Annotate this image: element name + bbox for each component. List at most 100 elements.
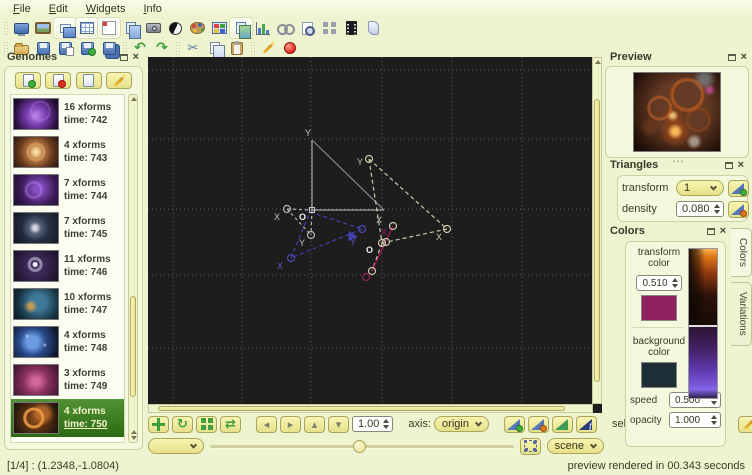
close-panel-icon[interactable]: × bbox=[720, 227, 726, 235]
genome-list-item[interactable]: 4 xformstime: 750 bbox=[11, 399, 124, 437]
camera-button[interactable] bbox=[142, 18, 164, 38]
float-panel-icon[interactable] bbox=[707, 228, 715, 235]
toolbar-handle[interactable] bbox=[250, 41, 255, 55]
film-button[interactable] bbox=[340, 18, 362, 38]
add-triangle-button[interactable] bbox=[504, 416, 525, 433]
stepper-icon[interactable] bbox=[383, 419, 389, 429]
genome-add-button[interactable] bbox=[15, 72, 41, 89]
slider-handle[interactable] bbox=[353, 440, 366, 453]
wand-button[interactable] bbox=[257, 40, 279, 57]
record-button[interactable] bbox=[279, 40, 301, 57]
layers-button[interactable] bbox=[230, 18, 252, 38]
nudge-right-button[interactable] bbox=[280, 416, 301, 433]
density-apply-button[interactable] bbox=[728, 201, 749, 218]
find-button[interactable] bbox=[296, 18, 318, 38]
close-panel-icon[interactable]: × bbox=[741, 53, 747, 61]
preset-combobox[interactable] bbox=[148, 438, 204, 454]
link-button[interactable] bbox=[274, 18, 296, 38]
bar-chart-button[interactable] bbox=[252, 18, 274, 38]
menu-item-file[interactable]: File bbox=[5, 3, 39, 15]
scrollbar-thumb[interactable] bbox=[594, 99, 600, 382]
genome-list-item[interactable]: 4 xformstime: 748 bbox=[11, 323, 124, 361]
duplicate-button[interactable] bbox=[120, 18, 142, 38]
genome-delete-button[interactable] bbox=[45, 72, 71, 89]
stepper-icon[interactable] bbox=[672, 278, 678, 288]
scene-combobox[interactable]: scene bbox=[547, 438, 604, 454]
menu-item-info[interactable]: Info bbox=[135, 3, 169, 15]
genome-edit-button[interactable] bbox=[106, 72, 132, 89]
scroll-up-icon[interactable] bbox=[595, 60, 601, 64]
axis-combobox[interactable]: origin bbox=[434, 416, 489, 432]
side-tab-bar: Colors Variations bbox=[731, 228, 752, 346]
genome-list-scrollbar[interactable] bbox=[128, 94, 138, 443]
paste-button[interactable] bbox=[226, 40, 248, 57]
gradient-marker[interactable] bbox=[689, 325, 717, 327]
triangles-frame: transform 1 density 0.080 bbox=[617, 175, 748, 222]
transform-color-spinbox[interactable]: 0.510 bbox=[636, 275, 681, 291]
transform-color-swatch[interactable] bbox=[641, 295, 677, 321]
color-grid-button[interactable] bbox=[98, 18, 120, 38]
density-spinbox[interactable]: 0.080 bbox=[676, 201, 724, 217]
transform-combobox[interactable]: 1 bbox=[676, 180, 724, 196]
copy-button[interactable] bbox=[204, 40, 226, 57]
xform-editor-canvas[interactable]: YXOXYYXOXYX bbox=[148, 57, 593, 404]
redo-button[interactable] bbox=[151, 40, 173, 57]
svg-text:X: X bbox=[376, 215, 382, 225]
opacity-spinbox[interactable]: 1.000 bbox=[669, 412, 721, 428]
background-color-swatch[interactable] bbox=[641, 362, 677, 388]
rotate-button[interactable] bbox=[172, 416, 193, 433]
menu-item-widgets[interactable]: Widgets bbox=[78, 3, 134, 15]
genome-list-item[interactable]: 10 xformstime: 747 bbox=[11, 285, 124, 323]
nudge-left-button[interactable] bbox=[256, 416, 277, 433]
float-panel-icon[interactable] bbox=[120, 54, 128, 61]
color-table-button[interactable] bbox=[208, 18, 230, 38]
side-tab-colors[interactable]: Colors bbox=[731, 228, 752, 277]
add-transform-button[interactable] bbox=[728, 180, 749, 197]
nudge-up-button[interactable] bbox=[304, 416, 325, 433]
close-panel-icon[interactable]: × bbox=[133, 53, 139, 61]
close-panel-icon[interactable]: × bbox=[738, 161, 744, 169]
scrollbar-thumb[interactable] bbox=[158, 406, 566, 411]
genome-new-button[interactable] bbox=[76, 72, 102, 89]
scene-select-button[interactable] bbox=[520, 438, 541, 455]
float-panel-icon[interactable] bbox=[728, 54, 736, 61]
remove-triangle-button[interactable] bbox=[528, 416, 549, 433]
gradient-bar[interactable] bbox=[688, 248, 718, 399]
triangle-function-button[interactable] bbox=[576, 416, 597, 433]
genome-list-item[interactable]: 16 xformstime: 742 bbox=[11, 95, 124, 133]
palette-button[interactable] bbox=[186, 18, 208, 38]
genome-list-item[interactable]: 7 xformstime: 745 bbox=[11, 209, 124, 247]
display-button[interactable] bbox=[10, 18, 32, 38]
scroll-up-icon[interactable] bbox=[131, 430, 137, 434]
move-button[interactable] bbox=[148, 416, 169, 433]
float-panel-icon[interactable] bbox=[725, 162, 733, 169]
genome-list-item[interactable]: 7 xformstime: 744 bbox=[11, 171, 124, 209]
step-spinbox[interactable]: 1.00 bbox=[352, 416, 393, 432]
genome-list-item[interactable]: 4 xformstime: 743 bbox=[11, 133, 124, 171]
scrollbar-thumb[interactable] bbox=[130, 296, 136, 397]
cut-button[interactable] bbox=[182, 40, 204, 57]
windows-button[interactable] bbox=[54, 18, 76, 38]
menu-item-edit[interactable]: Edit bbox=[41, 3, 76, 15]
rotation-slider[interactable] bbox=[210, 439, 514, 453]
contrast-button[interactable] bbox=[164, 18, 186, 38]
scroll-up-icon[interactable] bbox=[131, 97, 137, 101]
stepper-icon[interactable] bbox=[711, 415, 717, 425]
toolbar-handle[interactable] bbox=[175, 41, 180, 55]
image-button[interactable] bbox=[32, 18, 54, 38]
stepper-icon[interactable] bbox=[714, 204, 720, 214]
toolbar-handle[interactable] bbox=[3, 21, 8, 35]
genome-list-item[interactable]: 3 xformstime: 749 bbox=[11, 361, 124, 399]
genome-list-item[interactable]: 11 xformstime: 746 bbox=[11, 247, 124, 285]
flip-button[interactable] bbox=[220, 416, 241, 433]
nudge-down-button[interactable] bbox=[328, 416, 349, 433]
canvas-hscrollbar[interactable] bbox=[148, 404, 593, 413]
scale-button[interactable] bbox=[196, 416, 217, 433]
flip-triangle-button[interactable] bbox=[552, 416, 573, 433]
table-button[interactable] bbox=[76, 18, 98, 38]
script-button[interactable] bbox=[362, 18, 384, 38]
side-tab-variations[interactable]: Variations bbox=[731, 282, 752, 346]
scroll-down-icon[interactable] bbox=[131, 436, 137, 440]
grid-view-button[interactable] bbox=[318, 18, 340, 38]
canvas-vscrollbar[interactable] bbox=[592, 57, 602, 404]
